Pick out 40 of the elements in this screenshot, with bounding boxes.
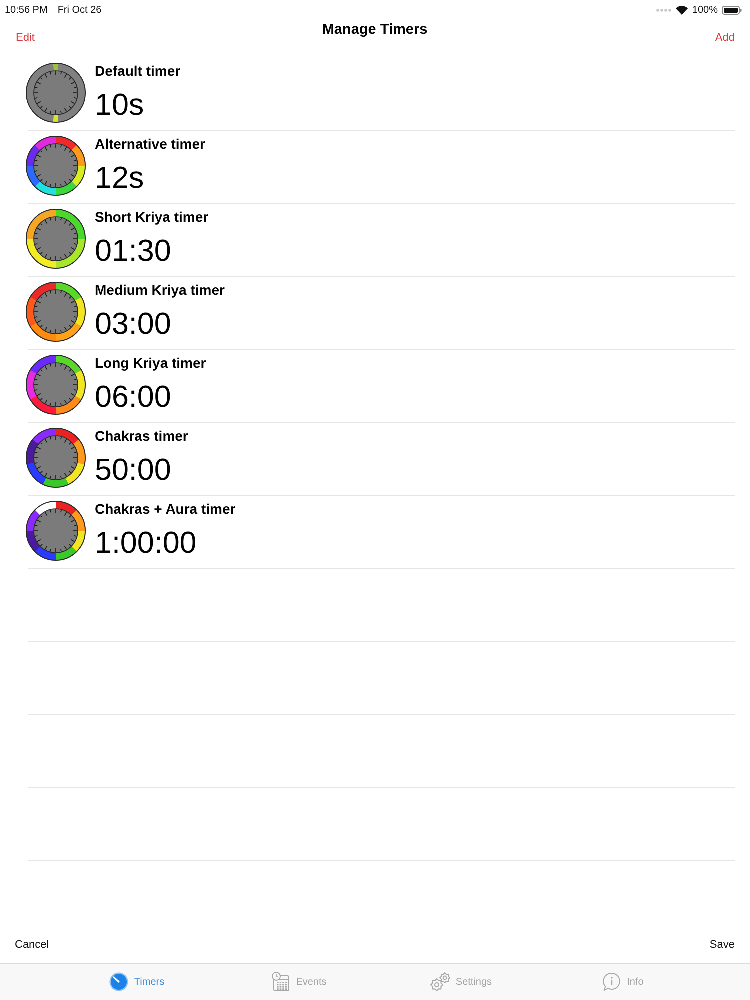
- settings-icon: [430, 972, 451, 992]
- tab[interactable]: Info: [542, 964, 704, 1000]
- tab[interactable]: Timers: [56, 964, 218, 1000]
- timer-duration: 50:00: [95, 452, 172, 488]
- status-time: 10:56 PM: [5, 4, 48, 16]
- tab[interactable]: Events: [218, 964, 380, 1000]
- timer-dial-icon: [25, 427, 87, 489]
- timer-dial-icon: [25, 354, 87, 416]
- timer-name: Chakras + Aura timer: [95, 501, 236, 518]
- save-button[interactable]: Save: [710, 939, 735, 951]
- timer-name: Default timer: [95, 63, 181, 80]
- timer-name: Long Kriya timer: [95, 355, 206, 372]
- timer-dial-icon: [25, 500, 87, 562]
- cancel-button[interactable]: Cancel: [15, 939, 50, 951]
- timer-duration: 12s: [95, 160, 144, 196]
- calendar-icon: [271, 972, 292, 992]
- timer-dial-icon: [25, 208, 87, 270]
- timer-name: Alternative timer: [95, 136, 206, 153]
- battery-icon: [722, 6, 742, 14]
- tab[interactable]: Settings: [380, 964, 542, 1000]
- edit-button[interactable]: Edit: [16, 32, 35, 44]
- timer-name: Short Kriya timer: [95, 209, 209, 226]
- timer-duration: 01:30: [95, 233, 172, 269]
- timer-name: Chakras timer: [95, 428, 188, 445]
- signal-icon: [656, 8, 672, 12]
- page-title: Manage Timers: [322, 22, 428, 38]
- timer-dial-icon: [25, 62, 87, 124]
- timer-duration: 1:00:00: [95, 525, 197, 561]
- status-date: Fri Oct 26: [58, 4, 102, 16]
- add-button[interactable]: Add: [715, 32, 735, 44]
- timer-dial-icon: [25, 281, 87, 343]
- info-icon: [602, 972, 622, 992]
- timer-duration: 06:00: [95, 379, 172, 415]
- timer-dial-icon: [25, 135, 87, 197]
- battery-percentage: 100%: [692, 4, 718, 16]
- timer-duration: 03:00: [95, 306, 172, 342]
- wifi-icon: [676, 6, 688, 14]
- timer-duration: 10s: [95, 87, 144, 123]
- timer-name: Medium Kriya timer: [95, 282, 225, 299]
- clock-icon: [109, 972, 130, 992]
